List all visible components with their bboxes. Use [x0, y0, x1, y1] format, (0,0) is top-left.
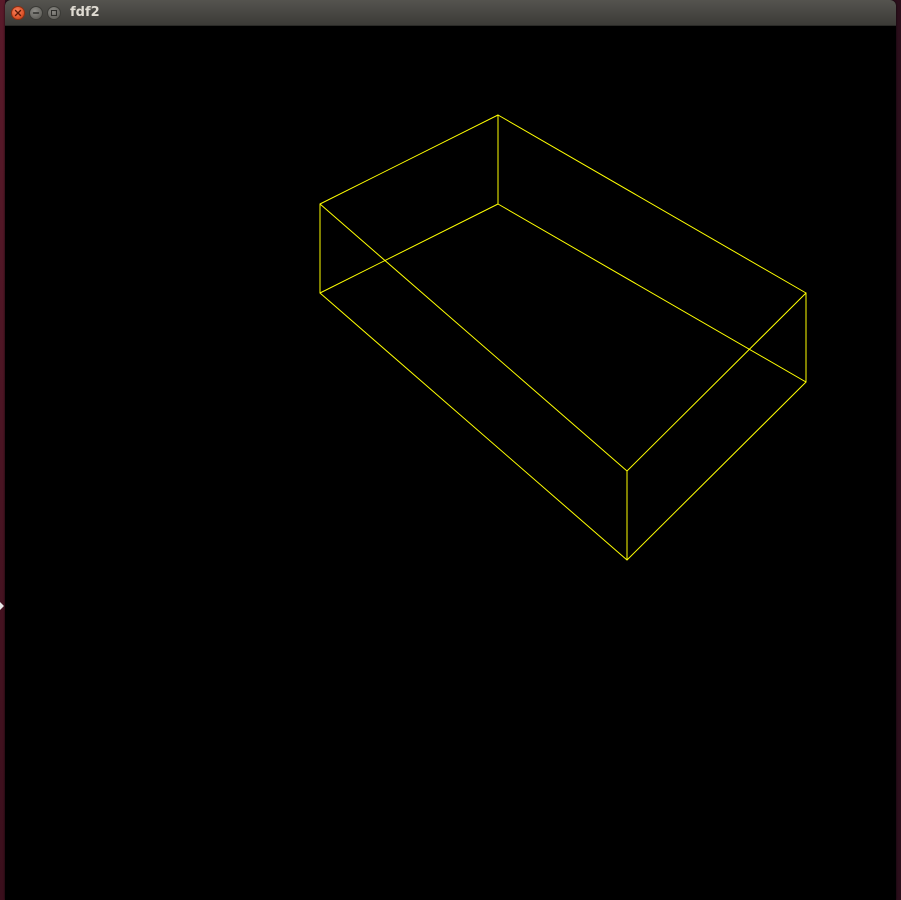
wire-edge [626, 292, 807, 472]
window-title: fdf2 [70, 5, 100, 20]
minimize-button[interactable] [29, 6, 43, 20]
maximize-button[interactable] [47, 6, 61, 20]
close-icon [14, 9, 22, 17]
close-button[interactable] [11, 6, 25, 20]
window-titlebar[interactable]: fdf2 [5, 0, 896, 26]
wire-edge [319, 203, 499, 294]
wireframe-box [319, 114, 807, 561]
minimize-icon [32, 12, 40, 14]
wire-edge [319, 203, 628, 472]
maximize-icon [50, 9, 58, 17]
wire-edge [319, 114, 499, 205]
wire-edge [319, 292, 628, 561]
wire-edge [497, 203, 807, 383]
wire-edge [626, 381, 807, 561]
drawing-canvas[interactable] [5, 26, 896, 900]
app-window: fdf2 [5, 0, 896, 900]
wire-edge [497, 114, 807, 294]
launcher-reveal-handle-icon[interactable] [0, 602, 4, 610]
